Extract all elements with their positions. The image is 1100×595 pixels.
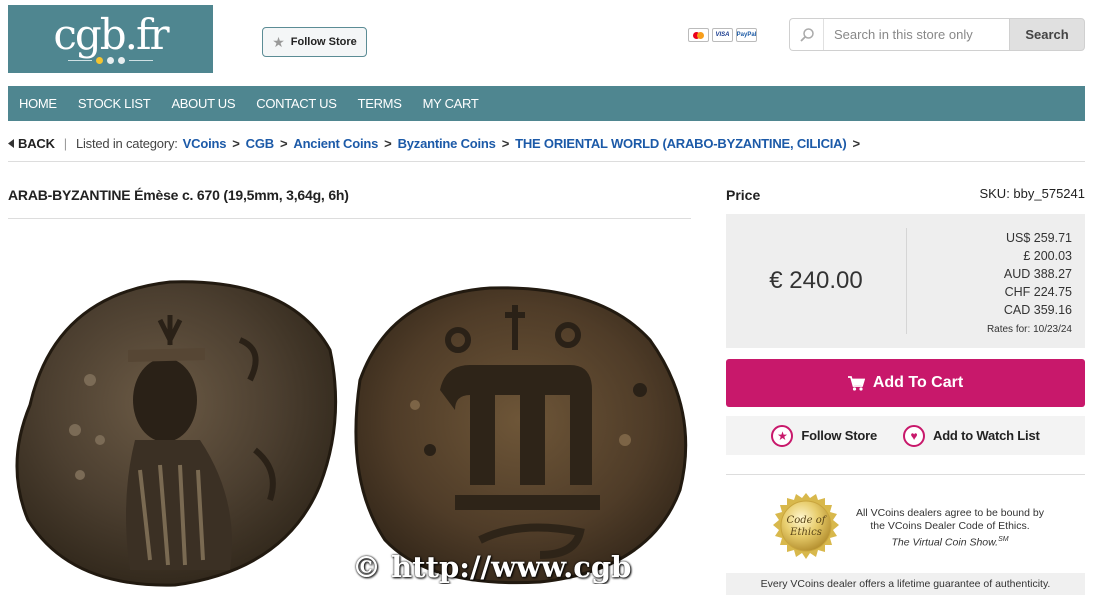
search-button[interactable]: Search — [1009, 18, 1085, 51]
logo-decoration — [68, 56, 153, 64]
follow-store-button[interactable]: ★ Follow Store — [262, 27, 367, 57]
divider — [906, 228, 907, 334]
ethics-text: All VCoins dealers agree to be bound by … — [856, 507, 1044, 532]
code-of-ethics-seal[interactable]: Code of Ethics — [772, 492, 840, 560]
crumb-ancient-coins[interactable]: Ancient Coins — [293, 136, 378, 151]
conversion-aud: AUD 388.27 — [1003, 267, 1072, 281]
ethics-statement: All VCoins dealers agree to be bound by … — [850, 507, 1050, 550]
crumb-cgb[interactable]: CGB — [246, 136, 274, 151]
divider — [8, 218, 691, 219]
search-input[interactable] — [824, 27, 994, 42]
currency-conversions: US$ 259.71 £ 200.03 AUD 388.27 CHF 224.7… — [987, 229, 1072, 339]
sku: SKU: bby_575241 — [979, 186, 1085, 201]
visa-icon: VISA — [712, 28, 733, 42]
nav-about-us[interactable]: ABOUT US — [171, 96, 235, 111]
crumb-byzantine-coins[interactable]: Byzantine Coins — [398, 136, 496, 151]
nav-contact-us[interactable]: CONTACT US — [256, 96, 337, 111]
seal-line-1: Code of — [787, 515, 828, 526]
nav-terms[interactable]: TERMS — [358, 96, 402, 111]
follow-store-text: Follow Store — [801, 428, 877, 443]
star-icon: ★ — [272, 33, 285, 50]
back-link[interactable]: BACK — [8, 136, 55, 151]
authenticity-guarantee: Every VCoins dealer offers a lifetime gu… — [726, 573, 1085, 595]
price-box: € 240.00 US$ 259.71 £ 200.03 AUD 388.27 … — [726, 214, 1085, 348]
crumb-oriental-world[interactable]: THE ORIENTAL WORLD (ARABO-BYZANTINE, CIL… — [515, 136, 847, 151]
seal-line-2: Ethics — [789, 527, 822, 538]
paypal-icon: PayPal — [736, 28, 757, 42]
nav-stock-list[interactable]: STOCK LIST — [78, 96, 151, 111]
star-icon: ★ — [771, 424, 794, 447]
store-logo[interactable]: cgb.fr — [8, 5, 213, 73]
add-to-cart-button[interactable]: Add To Cart — [726, 359, 1085, 407]
watch-list-text: Add to Watch List — [933, 428, 1040, 443]
mastercard-icon — [688, 28, 709, 42]
store-search: Search — [789, 18, 1085, 51]
search-field — [789, 18, 1009, 51]
rates-note: Rates for: 10/23/24 — [986, 324, 1072, 335]
search-icon — [790, 19, 824, 50]
coin-obverse — [15, 280, 338, 587]
main-nav: HOME STOCK LIST ABOUT US CONTACT US TERM… — [8, 86, 1085, 121]
divider — [726, 474, 1085, 475]
breadcrumb: BACK | Listed in category: VCoins > CGB … — [8, 136, 866, 151]
price-label: Price — [726, 187, 761, 203]
divider — [8, 161, 1085, 162]
listed-label: Listed in category: — [75, 136, 178, 151]
crumb-vcoins[interactable]: VCoins — [183, 136, 227, 151]
back-label: BACK — [18, 136, 55, 151]
conversion-usd: US$ 259.71 — [1005, 231, 1072, 245]
conversion-chf: CHF 224.75 — [1004, 285, 1072, 299]
item-actions: ★ Follow Store ♥ Add to Watch List — [726, 416, 1085, 455]
heart-icon: ♥ — [903, 424, 925, 447]
item-title: ARAB-BYZANTINE Émèse c. 670 (19,5mm, 3,6… — [8, 187, 349, 203]
price-value: € 240.00 — [769, 267, 863, 294]
cart-icon — [847, 375, 865, 391]
nav-my-cart[interactable]: MY CART — [423, 96, 479, 111]
add-to-cart-label: Add To Cart — [872, 374, 964, 391]
virtual-coin-show: The Virtual Coin Show.SM — [891, 536, 1009, 549]
caret-left-icon — [8, 139, 14, 148]
follow-store-link[interactable]: ★ Follow Store — [771, 424, 877, 447]
logo-text: cgb.fr — [53, 9, 169, 59]
conversion-cad: CAD 359.16 — [1003, 303, 1072, 317]
separator: | — [63, 136, 67, 151]
watch-list-link[interactable]: ♥ Add to Watch List — [903, 424, 1040, 447]
coin-reverse — [354, 286, 688, 585]
nav-home[interactable]: HOME — [19, 96, 57, 111]
coin-image[interactable] — [0, 270, 700, 595]
payment-cards: VISA PayPal — [688, 28, 757, 42]
follow-store-label: Follow Store — [290, 36, 357, 48]
conversion-gbp: £ 200.03 — [1023, 249, 1072, 263]
copyright-watermark: © http://www.cgb — [352, 550, 632, 584]
